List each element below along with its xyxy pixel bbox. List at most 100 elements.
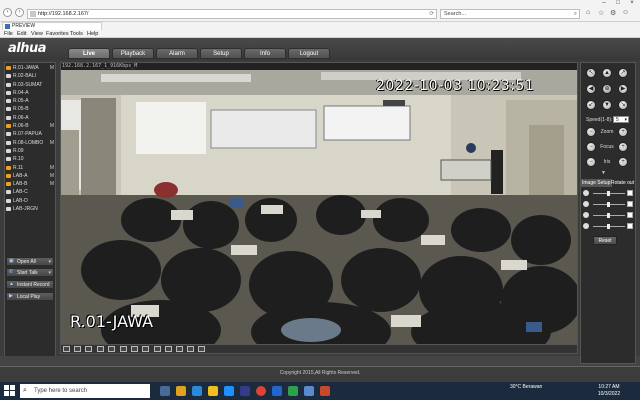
channel-item[interactable]: R.11 M — [4, 164, 56, 172]
audio-icon[interactable] — [187, 346, 194, 352]
speed-select[interactable]: 5 ▾ — [613, 116, 629, 123]
search-input[interactable]: Search... ⌕ — [440, 9, 580, 19]
forward-icon[interactable]: › — [15, 8, 24, 17]
menu-help[interactable]: Help — [87, 30, 98, 38]
channel-item[interactable]: LAB-D — [4, 197, 56, 205]
ptz-down-right-icon[interactable]: ↘ — [618, 100, 628, 110]
layout-4-icon[interactable] — [74, 346, 81, 352]
channel-item[interactable]: LAB-C — [4, 188, 56, 196]
menu-tools[interactable]: Tools — [70, 30, 83, 38]
slider-handle[interactable] — [607, 213, 610, 218]
tab-image-setup[interactable]: Image Setup — [580, 179, 613, 187]
zoom-icon[interactable] — [176, 346, 183, 352]
channel-item[interactable]: R.09 — [4, 147, 56, 155]
store-icon[interactable] — [240, 386, 250, 396]
iris-close-icon[interactable]: − — [586, 157, 596, 167]
channel-item[interactable]: LAB-JRGN — [4, 205, 56, 213]
channel-item[interactable]: R.05-A — [4, 97, 56, 105]
layout-25-icon[interactable] — [131, 346, 138, 352]
open-all-button[interactable]: ▣ Open All ▾ — [6, 257, 54, 266]
menu-file[interactable]: File — [4, 30, 13, 38]
menu-view[interactable]: View — [31, 30, 43, 38]
minimize-icon[interactable]: – — [598, 0, 610, 7]
channel-item[interactable]: R.03-SUMAT — [4, 81, 56, 89]
instant-record-button[interactable]: ▲ Instant Record — [6, 280, 54, 289]
excel-icon[interactable] — [288, 386, 298, 396]
task-view-icon[interactable] — [160, 386, 170, 396]
zoom-out-icon[interactable]: − — [586, 127, 596, 137]
gear-icon[interactable]: ⚙ — [610, 9, 616, 17]
tab-playback[interactable]: Playback — [112, 48, 154, 59]
hue-slider[interactable] — [583, 212, 635, 219]
start-talk-button[interactable]: ✆ Start Talk ▾ — [6, 268, 54, 277]
channel-item[interactable]: R.05-B — [4, 105, 56, 113]
channel-stream-mark[interactable]: M — [50, 180, 54, 188]
favorites-icon[interactable]: ☆ — [598, 9, 604, 17]
zoom-in-icon[interactable]: + — [618, 127, 628, 137]
chrome-icon[interactable] — [256, 386, 266, 396]
ptz-left-icon[interactable]: ◀ — [586, 84, 596, 94]
file-explorer-icon[interactable] — [176, 386, 186, 396]
channel-stream-mark[interactable]: M — [50, 122, 54, 130]
focus-out-icon[interactable]: − — [586, 142, 596, 152]
fullscreen-icon[interactable] — [85, 346, 92, 352]
slider-handle[interactable] — [607, 224, 610, 229]
ptz-up-icon[interactable]: ▲ — [602, 68, 612, 78]
ptz-up-left-icon[interactable]: ↖ — [586, 68, 596, 78]
tab-preview[interactable]: PREVIEW — [2, 22, 102, 30]
chevron-down-icon[interactable]: ▾ — [48, 258, 51, 266]
layout-1-icon[interactable] — [63, 346, 70, 352]
windows-start-icon[interactable] — [4, 385, 16, 397]
menu-edit[interactable]: Edit — [17, 30, 26, 38]
ptz-down-left-icon[interactable]: ↙ — [586, 100, 596, 110]
brightness-slider[interactable] — [583, 190, 635, 197]
tab-setup[interactable]: Setup — [200, 48, 242, 59]
local-play-button[interactable]: ▶ Local Play — [6, 292, 54, 301]
channel-item[interactable]: R.01-JAWA M — [4, 64, 56, 72]
reset-button[interactable]: Reset — [593, 236, 617, 245]
powerpoint-icon[interactable] — [320, 386, 330, 396]
taskbar-clock[interactable]: 10:27 AM 10/3/2022 — [592, 384, 626, 398]
saturation-slider[interactable] — [583, 223, 635, 230]
record-toggle-icon[interactable] — [165, 346, 172, 352]
channel-item[interactable]: LAB-B M — [4, 180, 56, 188]
chevron-down-icon[interactable]: ▾ — [48, 269, 51, 277]
layout-36-icon[interactable] — [142, 346, 149, 352]
slider-handle[interactable] — [607, 191, 610, 196]
channel-stream-mark[interactable]: M — [50, 139, 54, 147]
maximize-icon[interactable]: □ — [612, 0, 624, 7]
channel-stream-mark[interactable]: M — [50, 64, 54, 72]
mail-icon[interactable] — [192, 386, 202, 396]
layout-16-icon[interactable] — [108, 346, 115, 352]
search-icon[interactable]: ⌕ — [574, 10, 577, 18]
snapshot-icon[interactable] — [154, 346, 161, 352]
address-bar[interactable]: http://192.168.2.167/ ⟳ — [27, 9, 437, 19]
refresh-icon[interactable]: ⟳ — [429, 10, 434, 18]
taskbar-search-input[interactable]: ⌕ Type here to search — [20, 384, 150, 398]
edge-icon[interactable] — [224, 386, 234, 396]
contrast-slider[interactable] — [583, 201, 635, 208]
layout-custom-icon[interactable] — [120, 346, 127, 352]
ptz-center-icon[interactable]: ⊕ — [602, 84, 612, 94]
ptz-up-right-icon[interactable]: ↗ — [618, 68, 628, 78]
ptz-right-icon[interactable]: ▶ — [618, 84, 628, 94]
folder-icon[interactable] — [208, 386, 218, 396]
tab-live[interactable]: Live — [68, 48, 110, 59]
smiley-icon[interactable]: ☺ — [622, 9, 629, 16]
channel-item[interactable]: R.07-PAPUA — [4, 130, 56, 138]
channel-item[interactable]: LAB-A M — [4, 172, 56, 180]
channel-item[interactable]: R.08-LOMBO M — [4, 139, 56, 147]
channel-item[interactable]: R.04-A — [4, 89, 56, 97]
home-icon[interactable]: ⌂ — [586, 9, 590, 16]
tab-info[interactable]: Info — [244, 48, 286, 59]
iris-open-icon[interactable]: + — [618, 157, 628, 167]
back-icon[interactable]: ‹ — [3, 8, 12, 17]
channel-item[interactable]: R.10 — [4, 155, 56, 163]
focus-in-icon[interactable]: + — [618, 142, 628, 152]
layout-9-icon[interactable] — [97, 346, 104, 352]
channel-item[interactable]: R.06-B M — [4, 122, 56, 130]
menu-favorites[interactable]: Favorites — [46, 30, 69, 38]
tab-rotate-out[interactable]: Rotate out — [609, 179, 636, 187]
channel-stream-mark[interactable]: M — [50, 164, 54, 172]
close-all-icon[interactable] — [198, 346, 205, 352]
